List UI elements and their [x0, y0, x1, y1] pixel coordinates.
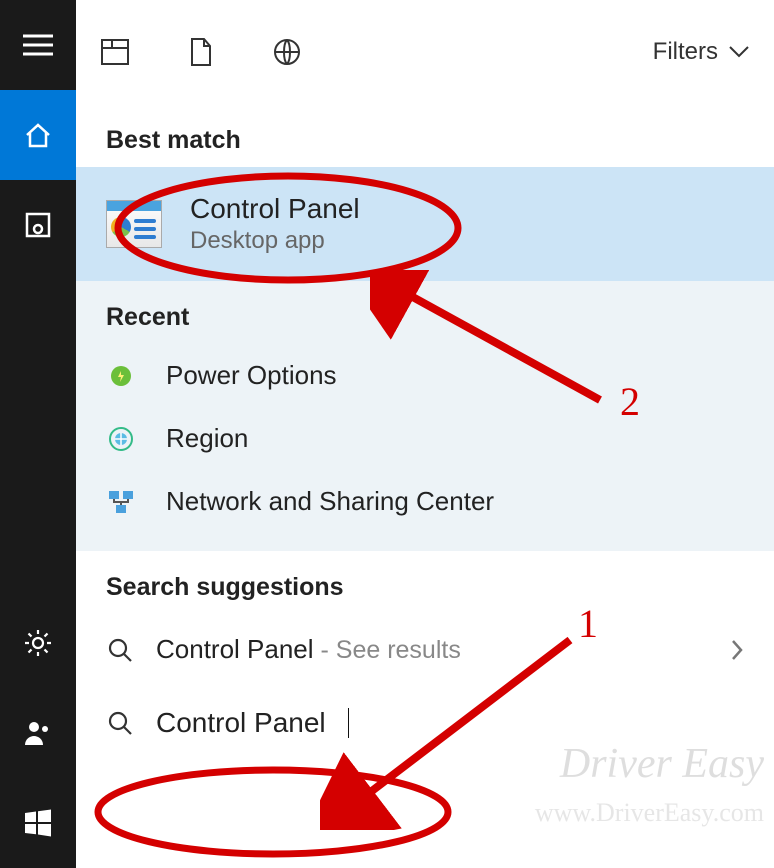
- search-input-value: Control Panel: [156, 707, 326, 739]
- suggestion-hint-prefix: - See: [314, 636, 381, 664]
- gear-icon: [23, 628, 53, 658]
- suggestion-item[interactable]: Control Panel - See results: [76, 614, 774, 685]
- globe-icon: [272, 37, 302, 67]
- menu-button[interactable]: [0, 0, 76, 90]
- apps-filter-icon: [100, 38, 130, 66]
- person-icon: [23, 719, 53, 747]
- cortana-sidebar: [0, 0, 76, 868]
- recent-item-network[interactable]: Network and Sharing Center: [76, 470, 774, 533]
- filter-docs-button[interactable]: [186, 37, 216, 67]
- region-icon: [106, 424, 136, 454]
- hamburger-icon: [23, 34, 53, 56]
- recent-item-power-options[interactable]: Power Options: [76, 344, 774, 407]
- filter-web-button[interactable]: [272, 37, 302, 67]
- search-input-row[interactable]: Control Panel: [76, 685, 774, 761]
- apps-icon: [25, 212, 51, 238]
- recent-item-label: Region: [166, 423, 248, 454]
- chevron-right-icon: [730, 638, 744, 662]
- best-match-label: Best match: [76, 104, 774, 167]
- best-match-subtitle: Desktop app: [190, 227, 360, 255]
- network-icon: [106, 487, 136, 517]
- chevron-down-icon: [728, 45, 750, 59]
- home-button[interactable]: [0, 90, 76, 180]
- recent-item-label: Network and Sharing Center: [166, 486, 494, 517]
- search-panel: Filters Best match Control Panel Desktop…: [76, 0, 774, 868]
- recent-label: Recent: [76, 281, 774, 344]
- feedback-button[interactable]: [0, 688, 76, 778]
- best-match-item[interactable]: Control Panel Desktop app: [76, 167, 774, 281]
- apps-button[interactable]: [0, 180, 76, 270]
- document-icon: [189, 37, 213, 67]
- recent-item-label: Power Options: [166, 360, 337, 391]
- start-button[interactable]: [0, 778, 76, 868]
- search-icon: [106, 709, 134, 737]
- control-panel-icon: [106, 200, 162, 248]
- best-match-title: Control Panel: [190, 193, 360, 225]
- recent-item-region[interactable]: Region: [76, 407, 774, 470]
- power-options-icon: [106, 361, 136, 391]
- filter-apps-button[interactable]: [100, 38, 130, 66]
- suggestion-term: Control Panel: [156, 634, 314, 664]
- suggestions-label: Search suggestions: [76, 551, 774, 614]
- text-cursor: [348, 708, 349, 738]
- filters-dropdown[interactable]: Filters: [653, 38, 750, 66]
- suggestion-hint-suffix: results: [380, 636, 461, 664]
- home-icon: [23, 121, 53, 149]
- search-icon: [106, 636, 134, 664]
- filters-label: Filters: [653, 38, 718, 66]
- filter-bar: Filters: [76, 0, 774, 104]
- recent-section: Recent Power Options Region Network and …: [76, 281, 774, 551]
- windows-icon: [23, 808, 53, 838]
- settings-button[interactable]: [0, 598, 76, 688]
